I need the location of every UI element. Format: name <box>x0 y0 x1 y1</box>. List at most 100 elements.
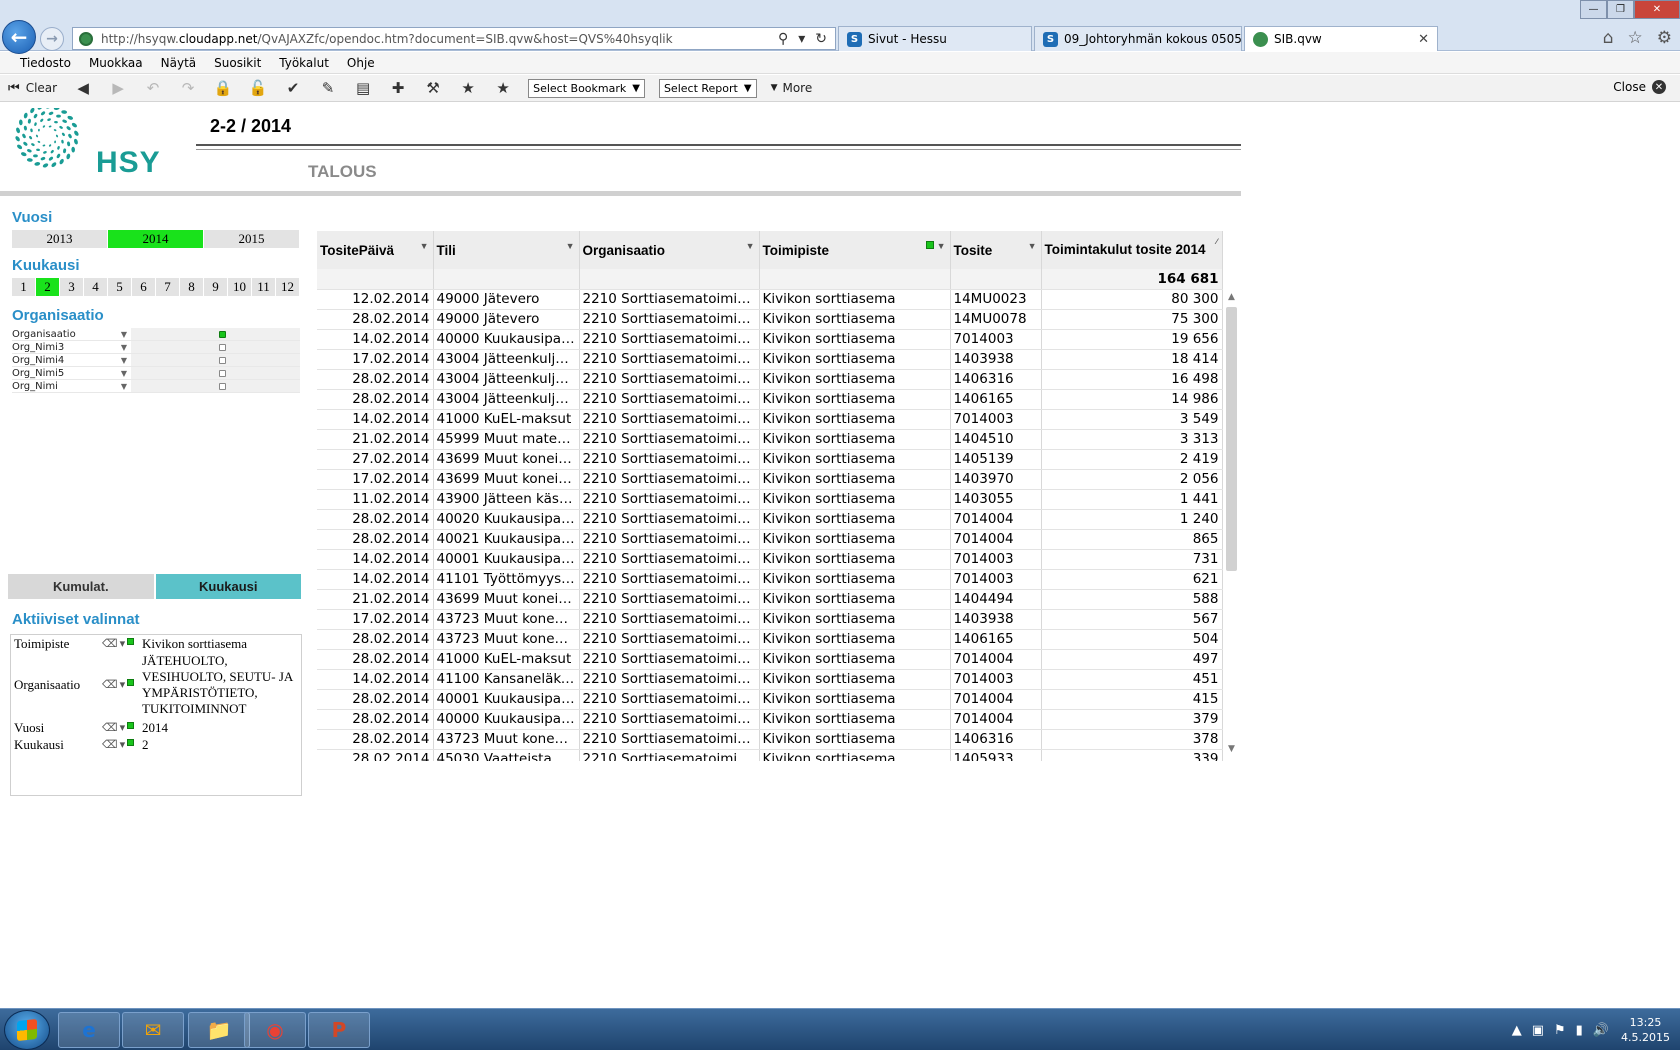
cell-account[interactable]: 41101 Työttömyysv... <box>433 569 580 590</box>
minimize-icon[interactable]: — <box>1580 0 1607 19</box>
back-selection-icon[interactable]: ◀ <box>73 78 93 98</box>
cell-amount[interactable]: 16 498 <box>1041 369 1223 390</box>
window-close-icon[interactable]: ✕ <box>1634 0 1680 19</box>
cell-voucher[interactable]: 7014004 <box>950 709 1042 730</box>
search-icon[interactable]: ⚲ <box>778 31 788 47</box>
month-button[interactable]: 9 <box>204 278 228 296</box>
cell-account[interactable]: 40000 Kuukausipalk... <box>433 709 580 730</box>
cell-amount[interactable]: 567 <box>1041 609 1223 630</box>
cell-account[interactable]: 43004 Jätteenkuljet... <box>433 389 580 410</box>
cell-voucher[interactable]: 14MU0078 <box>950 309 1042 330</box>
month-button[interactable]: 6 <box>132 278 156 296</box>
cell-account[interactable]: 45999 Muut materi... <box>433 429 580 450</box>
cell-voucher[interactable]: 1405139 <box>950 449 1042 470</box>
cell-account[interactable]: 41100 Kansaneläke-... <box>433 669 580 690</box>
menu-tyokalut[interactable]: Työkalut <box>279 56 329 70</box>
cell-amount[interactable]: 415 <box>1041 689 1223 710</box>
cell-account[interactable]: 40021 Kuukausipalk... <box>433 529 580 550</box>
menu-muokkaa[interactable]: Muokkaa <box>89 56 143 70</box>
column-header-tili[interactable]: Tili ▼ <box>433 231 580 269</box>
cell-account[interactable]: 41000 KuEL-maksut <box>433 649 580 670</box>
table-row[interactable]: 28.02.2014 43004 Jätteenkuljet... 2210 Sor… <box>317 389 1223 410</box>
forward-selection-icon[interactable]: ▶ <box>108 78 128 98</box>
chevron-down-icon[interactable]: ▼ <box>117 330 131 339</box>
cell-amount[interactable]: 504 <box>1041 629 1223 650</box>
cell-account[interactable]: 45030 Vaatteista... <box>433 749 580 761</box>
cell-organisation[interactable]: 2210 Sorttiasematoiminta <box>579 329 760 350</box>
cell-voucher[interactable]: 7014004 <box>950 529 1042 550</box>
unlock-icon[interactable]: 🔓 <box>248 78 268 98</box>
cell-date[interactable]: 14.02.2014 <box>317 409 434 430</box>
table-row[interactable]: 28.02.2014 43004 Jätteenkuljet... 2210 Sor… <box>317 369 1223 390</box>
cell-location[interactable]: Kivikon sorttiasema <box>759 729 951 750</box>
chevron-down-icon[interactable]: ▼ <box>937 241 946 251</box>
internet-explorer-icon[interactable]: e <box>58 1012 120 1048</box>
home-icon[interactable]: ⌂ <box>1603 28 1614 48</box>
cell-voucher[interactable]: 1403938 <box>950 349 1042 370</box>
bookmark-icon[interactable]: ★ <box>493 78 513 98</box>
outlook-icon[interactable]: ✉ <box>122 1012 184 1048</box>
cell-location[interactable]: Kivikon sorttiasema <box>759 629 951 650</box>
cell-amount[interactable]: 80 300 <box>1041 289 1223 310</box>
cell-amount[interactable]: 865 <box>1041 529 1223 550</box>
month-button[interactable]: 3 <box>60 278 84 296</box>
cell-location[interactable]: Kivikon sorttiasema <box>759 449 951 470</box>
cell-location[interactable]: Kivikon sorttiasema <box>759 669 951 690</box>
chevron-down-icon[interactable]: ▾ <box>120 738 126 751</box>
cell-location[interactable]: Kivikon sorttiasema <box>759 289 951 310</box>
cell-amount[interactable]: 379 <box>1041 709 1223 730</box>
cell-amount[interactable]: 451 <box>1041 669 1223 690</box>
cell-amount[interactable]: 1 441 <box>1041 489 1223 510</box>
table-row[interactable]: 28.02.2014 49000 Jätevero 2210 Sorttiasema… <box>317 309 1223 330</box>
month-button[interactable]: 1 <box>12 278 36 296</box>
close-document-button[interactable]: Close ✕ <box>1613 80 1666 94</box>
cell-organisation[interactable]: 2210 Sorttiasematoiminta <box>579 729 760 750</box>
cell-date[interactable]: 28.02.2014 <box>317 369 434 390</box>
check-icon[interactable]: ✔ <box>283 78 303 98</box>
cell-amount[interactable]: 621 <box>1041 569 1223 590</box>
cell-location[interactable]: Kivikon sorttiasema <box>759 529 951 550</box>
cell-organisation[interactable]: 2210 Sorttiasematoiminta <box>579 489 760 510</box>
clear-field-icon[interactable]: ⌫ <box>102 637 118 650</box>
chart-icon[interactable]: ▤ <box>353 78 373 98</box>
cell-organisation[interactable]: 2210 Sorttiasematoiminta <box>579 709 760 730</box>
cell-date[interactable]: 28.02.2014 <box>317 709 434 730</box>
tab-sib-qvw[interactable]: SIB.qvw ✕ <box>1244 26 1438 51</box>
forward-button[interactable]: → <box>40 27 64 51</box>
cell-location[interactable]: Kivikon sorttiasema <box>759 329 951 350</box>
cell-voucher[interactable]: 1404494 <box>950 589 1042 610</box>
cell-voucher[interactable]: 1406316 <box>950 369 1042 390</box>
cell-location[interactable]: Kivikon sorttiasema <box>759 349 951 370</box>
chevron-down-icon[interactable]: ▼ <box>117 382 131 391</box>
month-button[interactable]: 5 <box>108 278 132 296</box>
table-row[interactable]: 28.02.2014 43723 Muut konep... 2210 Sortti… <box>317 729 1223 750</box>
cell-location[interactable]: Kivikon sorttiasema <box>759 489 951 510</box>
table-scrollbar[interactable]: ▲ ▼ <box>1225 292 1238 762</box>
cell-location[interactable]: Kivikon sorttiasema <box>759 429 951 450</box>
cell-date[interactable]: 27.02.2014 <box>317 449 434 470</box>
cell-voucher[interactable]: 1406165 <box>950 389 1042 410</box>
cell-account[interactable]: 40020 Kuukausipalk... <box>433 509 580 530</box>
table-row[interactable]: 21.02.2014 45999 Muut materi... 2210 Sortt… <box>317 429 1223 450</box>
cell-organisation[interactable]: 2210 Sorttiasematoiminta <box>579 349 760 370</box>
cell-organisation[interactable]: 2210 Sorttiasematoiminta <box>579 389 760 410</box>
table-row[interactable]: 14.02.2014 40001 Kuukausipalk... 2210 Sort… <box>317 549 1223 570</box>
cell-account[interactable]: 43900 Jätteen käsit... <box>433 489 580 510</box>
edit-pencil-icon[interactable]: ✎ <box>318 78 338 98</box>
cell-date[interactable]: 17.02.2014 <box>317 469 434 490</box>
year-button[interactable]: 2013 <box>12 230 108 248</box>
cell-organisation[interactable]: 2210 Sorttiasematoiminta <box>579 509 760 530</box>
cell-organisation[interactable]: 2210 Sorttiasematoiminta <box>579 529 760 550</box>
cell-date[interactable]: 28.02.2014 <box>317 649 434 670</box>
table-row[interactable]: 28.02.2014 40001 Kuukausipalk... 2210 Sort… <box>317 689 1223 710</box>
cell-date[interactable]: 28.02.2014 <box>317 529 434 550</box>
cell-date[interactable]: 28.02.2014 <box>317 309 434 330</box>
cell-location[interactable]: Kivikon sorttiasema <box>759 649 951 670</box>
cell-voucher[interactable]: 1403970 <box>950 469 1042 490</box>
chrome-icon[interactable]: ◉ <box>244 1012 306 1048</box>
cell-voucher[interactable]: 1403938 <box>950 609 1042 630</box>
cell-date[interactable]: 28.02.2014 <box>317 629 434 650</box>
cell-organisation[interactable]: 2210 Sorttiasematoiminta <box>579 569 760 590</box>
cell-date[interactable]: 28.02.2014 <box>317 729 434 750</box>
cell-date[interactable]: 21.02.2014 <box>317 429 434 450</box>
